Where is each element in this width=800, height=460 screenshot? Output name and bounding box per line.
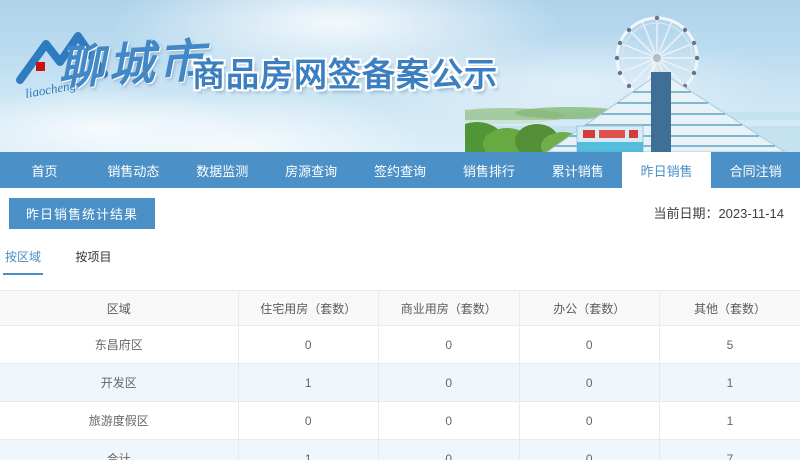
current-date-value: 2023-11-14 — [718, 206, 784, 221]
cell-office: 0 — [518, 363, 660, 402]
col-header-other: 其他（套数） — [659, 290, 800, 326]
table-row: 旅游度假区 0 0 0 1 — [0, 401, 800, 440]
table-row-total: 合计 1 0 0 7 — [0, 439, 800, 460]
nav-item-yesterday-sales[interactable]: 昨日销售 — [622, 152, 712, 188]
cell-commercial: 0 — [378, 439, 520, 460]
nav-item-signing-query[interactable]: 签约查询 — [356, 152, 445, 188]
cell-region: 东昌府区 — [0, 325, 239, 364]
cell-region: 开发区 — [0, 363, 239, 402]
tab-by-project[interactable]: 按项目 — [73, 244, 113, 273]
site-title: 商品房网签备案公示 — [192, 56, 498, 93]
current-date: 当前日期：2023-11-14 — [653, 203, 784, 222]
cell-region: 旅游度假区 — [0, 401, 239, 440]
cell-residential: 0 — [237, 401, 379, 440]
nav-item-contract-cancellation[interactable]: 合同注销 — [711, 152, 800, 188]
nav-item-home[interactable]: 首页 — [0, 152, 89, 188]
cell-commercial: 0 — [378, 363, 520, 402]
cell-residential: 1 — [237, 439, 379, 460]
cell-residential: 0 — [237, 325, 379, 364]
col-header-residential: 住宅用房（套数） — [237, 290, 379, 326]
section-head: 昨日销售统计结果 当前日期：2023-11-14 — [0, 188, 800, 236]
nav-item-cumulative-sales[interactable]: 累计销售 — [533, 152, 622, 188]
main-nav: 首页 销售动态 数据监测 房源查询 签约查询 销售排行 累计销售 昨日销售 合同… — [0, 152, 800, 188]
cell-office: 0 — [518, 439, 660, 460]
nav-item-data-monitoring[interactable]: 数据监测 — [178, 152, 267, 188]
tab-by-region[interactable]: 按区域 — [3, 244, 44, 275]
view-tabs: 按区域 按项目 — [0, 236, 800, 275]
table-header-row: 区域 住宅用房（套数） 商业用房（套数） 办公（套数） 其他（套数） — [0, 290, 800, 326]
cell-other: 1 — [659, 363, 800, 402]
col-header-commercial: 商业用房（套数） — [378, 290, 520, 326]
col-header-region: 区域 — [0, 290, 239, 326]
cell-other: 5 — [659, 325, 800, 364]
cell-office: 0 — [518, 401, 660, 440]
table-row: 东昌府区 0 0 0 5 — [0, 325, 800, 364]
section-title-badge: 昨日销售统计结果 — [9, 198, 156, 229]
city-skyline-image — [465, 15, 800, 152]
cell-office: 0 — [518, 325, 660, 364]
nav-item-sales-ranking[interactable]: 销售排行 — [444, 152, 533, 188]
table-row: 开发区 1 0 0 1 — [0, 363, 800, 402]
cell-other: 1 — [659, 401, 800, 440]
col-header-office: 办公（套数） — [518, 290, 660, 326]
main-content: 昨日销售统计结果 当前日期：2023-11-14 按区域 按项目 区域 住宅用房… — [0, 188, 800, 460]
cell-commercial: 0 — [378, 325, 520, 364]
brand-calligraphy-text: 聊城市 — [56, 34, 210, 94]
current-date-label: 当前日期： — [653, 206, 719, 221]
nav-item-listing-query[interactable]: 房源查询 — [267, 152, 356, 188]
sales-stats-table: 区域 住宅用房（套数） 商业用房（套数） 办公（套数） 其他（套数） 东昌府区 … — [0, 290, 800, 460]
cell-commercial: 0 — [378, 401, 520, 440]
cell-residential: 1 — [237, 363, 379, 402]
cell-other: 7 — [659, 439, 800, 460]
site-banner: liaocheng 聊城市 商品房网签备案公示 — [0, 0, 800, 152]
nav-item-sales-trends[interactable]: 销售动态 — [89, 152, 178, 188]
cell-region: 合计 — [0, 439, 239, 460]
